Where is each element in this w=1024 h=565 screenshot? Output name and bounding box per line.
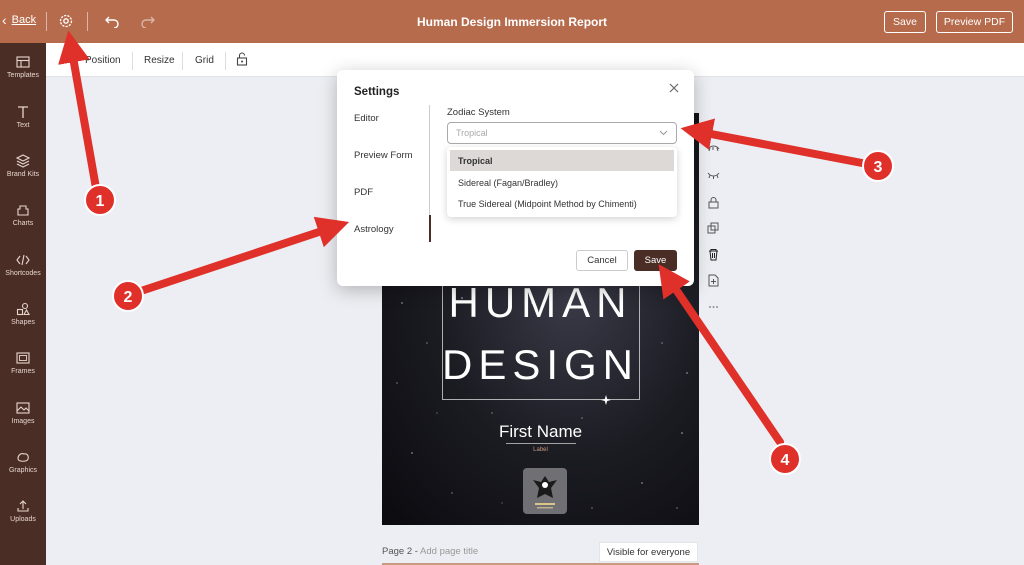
duplicate-icon[interactable] — [707, 222, 720, 235]
top-bar: ‹ Back Human Design Immersion Report Sav… — [0, 0, 1024, 43]
svg-text:1: 1 — [96, 193, 105, 210]
visibility-dropdown[interactable]: Visible for everyone — [599, 542, 698, 562]
annotation-badge-3: 3 — [862, 150, 894, 182]
uploads-icon — [17, 500, 29, 512]
templates-icon — [16, 56, 30, 68]
graphics-icon — [17, 453, 29, 462]
name-label: Label — [533, 447, 548, 453]
brand-logo[interactable] — [523, 468, 567, 514]
sidebar-item-shortcodes[interactable]: Shortcodes — [0, 253, 46, 277]
annotation-arrow-2 — [134, 216, 350, 296]
images-icon — [16, 402, 30, 414]
unlock-icon[interactable] — [235, 52, 249, 66]
annotation-badge-1: 1 — [84, 184, 116, 216]
sidebar-item-uploads[interactable]: Uploads — [0, 499, 46, 523]
sidebar-item-label: Text — [16, 122, 30, 129]
redo-icon[interactable] — [140, 14, 156, 28]
sidebar-item-text[interactable]: Text — [0, 105, 46, 129]
first-name-field[interactable]: First Name — [382, 422, 699, 442]
divider — [182, 52, 183, 70]
svg-text:4: 4 — [781, 452, 790, 469]
preview-pdf-button[interactable]: Preview PDF — [936, 11, 1013, 33]
sidebar-item-templates[interactable]: Templates — [0, 55, 46, 79]
charts-icon — [17, 205, 29, 216]
divider — [132, 52, 133, 70]
add-page-icon[interactable] — [707, 274, 720, 287]
settings-gear-icon[interactable] — [58, 13, 74, 29]
cover-title-line2[interactable]: DESIGN — [382, 341, 699, 389]
more-icon[interactable] — [707, 300, 720, 313]
settings-nav-pdf[interactable]: PDF — [354, 187, 373, 198]
name-underline — [506, 443, 576, 444]
cancel-button[interactable]: Cancel — [576, 250, 628, 271]
text-icon — [18, 106, 28, 118]
back-button[interactable]: ‹ Back — [2, 11, 37, 28]
sidebar-item-images[interactable]: Images — [0, 401, 46, 425]
trash-icon[interactable] — [707, 248, 720, 261]
sidebar-item-label: Uploads — [10, 516, 36, 523]
sidebar-item-label: Templates — [7, 72, 39, 79]
annotation-badge-2: 2 — [112, 280, 144, 312]
chevron-down-icon — [659, 130, 668, 136]
page-2-label: Page 2 - — [382, 546, 421, 557]
hide-icon[interactable] — [707, 169, 720, 182]
modal-title: Settings — [354, 86, 400, 98]
close-icon[interactable] — [668, 82, 680, 94]
sidebar-item-label: Brand Kits — [6, 171, 40, 178]
cover-title-line1[interactable]: HUMAN — [382, 279, 699, 327]
chevron-left-icon: ‹ — [2, 11, 7, 28]
divider — [46, 12, 47, 31]
settings-nav-preview-form[interactable]: Preview Form — [354, 150, 413, 161]
nav-active-indicator — [429, 215, 431, 242]
resize-tool[interactable]: Resize — [144, 55, 175, 66]
back-label: Back — [11, 14, 37, 26]
sidebar-item-label: Charts — [12, 220, 34, 227]
zodiac-system-label: Zodiac System — [447, 107, 510, 118]
position-tool[interactable]: Position — [85, 55, 121, 66]
shapes-icon — [16, 302, 30, 316]
option-sidereal-fagan-bradley[interactable]: Sidereal (Fagan/Bradley) — [450, 172, 674, 193]
settings-nav-astrology[interactable]: Astrology — [354, 224, 394, 235]
settings-modal: Settings Editor Preview Form PDF Astrolo… — [337, 70, 694, 286]
save-button[interactable]: Save — [884, 11, 926, 33]
lock-icon[interactable] — [707, 196, 720, 209]
select-placeholder: Tropical — [456, 128, 488, 138]
sidebar-item-charts[interactable]: Charts — [0, 203, 46, 227]
sidebar-item-label: Graphics — [8, 467, 37, 474]
sidebar-item-frames[interactable]: Frames — [0, 351, 46, 375]
svg-text:2: 2 — [124, 289, 133, 306]
option-tropical[interactable]: Tropical — [450, 150, 674, 171]
divider — [225, 52, 226, 70]
page-2-header: Page 2 - Add page title — [382, 546, 478, 557]
annotation-badge-4: 4 — [769, 443, 801, 475]
svg-text:3: 3 — [874, 159, 883, 176]
divider — [87, 12, 88, 31]
frames-icon — [16, 352, 30, 364]
visibility-icon[interactable] — [707, 143, 720, 156]
sidebar: Templates Text Brand Kits Charts Shortco… — [0, 43, 46, 565]
sidebar-item-graphics[interactable]: Graphics — [0, 450, 46, 474]
brand-kits-icon — [16, 154, 30, 168]
sidebar-item-label: Images — [11, 418, 35, 425]
option-true-sidereal[interactable]: True Sidereal (Midpoint Method by Chimen… — [450, 193, 674, 214]
sidebar-item-brand-kits[interactable]: Brand Kits — [0, 154, 46, 178]
zodiac-system-select[interactable]: Tropical — [447, 122, 677, 144]
sidebar-item-label: Frames — [11, 368, 35, 375]
sidebar-item-shapes[interactable]: Shapes — [0, 302, 46, 326]
sidebar-item-label: Shortcodes — [5, 270, 41, 277]
sidebar-item-label: Shapes — [11, 319, 35, 326]
shortcodes-icon — [16, 254, 30, 266]
undo-icon[interactable] — [104, 14, 120, 28]
grid-tool[interactable]: Grid — [195, 55, 214, 66]
settings-nav-editor[interactable]: Editor — [354, 113, 379, 124]
modal-save-button[interactable]: Save — [634, 250, 677, 271]
zodiac-options-dropdown: Tropical Sidereal (Fagan/Bradley) True S… — [447, 147, 677, 217]
eagle-logo-icon — [533, 476, 557, 509]
page-title-input[interactable]: Add page title — [420, 546, 478, 557]
